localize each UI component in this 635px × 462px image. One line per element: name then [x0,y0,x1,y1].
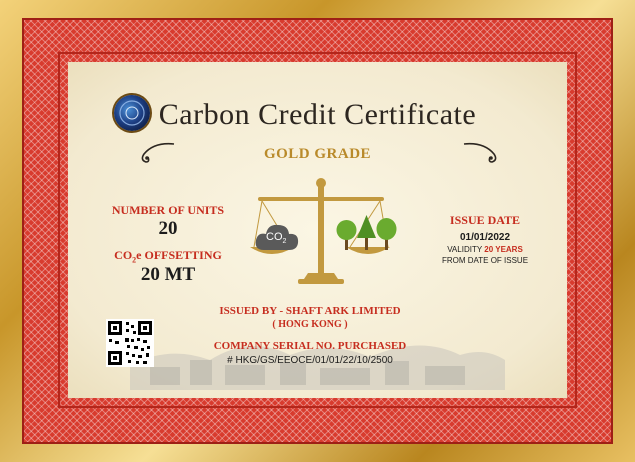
offset-label-post: e OFFSETTING [136,248,222,262]
validity-line-2: FROM DATE OF ISSUE [441,256,529,265]
validity-line: VALIDITY 20 YEARS [425,245,545,254]
grade-label: GOLD GRADE [263,146,372,162]
validity-years: 20 YEARS [484,245,523,254]
validity-prefix: VALIDITY [447,245,485,254]
serial-value: # HKG/GS/EEOCE/01/01/22/10/2500 [227,355,393,366]
trees-icon [336,215,397,250]
units-value: 20 [158,218,178,239]
serial-label: COMPANY SERIAL NO. PURCHASED [213,340,407,352]
qr-code-icon[interactable] [106,319,154,367]
co2-cloud-text: CO2 [266,231,286,245]
issue-date-label: ISSUE DATE [449,213,521,227]
offset-label-co: CO [114,248,133,262]
co2-text: CO [266,231,283,243]
issuer-location: ( HONG KONG ) [272,319,348,330]
co2-subscript: 2 [282,238,287,246]
certificate-title: Carbon Credit Certificate [158,98,477,131]
offset-value: 20 MT [140,264,196,285]
issue-date-value: 01/01/2022 [459,232,511,243]
units-label: NUMBER OF UNITS [111,203,225,217]
issuer-name: ISSUED BY - SHAFT ARK LIMITED [219,305,401,317]
offset-label: CO2e OFFSETTING [110,248,226,264]
